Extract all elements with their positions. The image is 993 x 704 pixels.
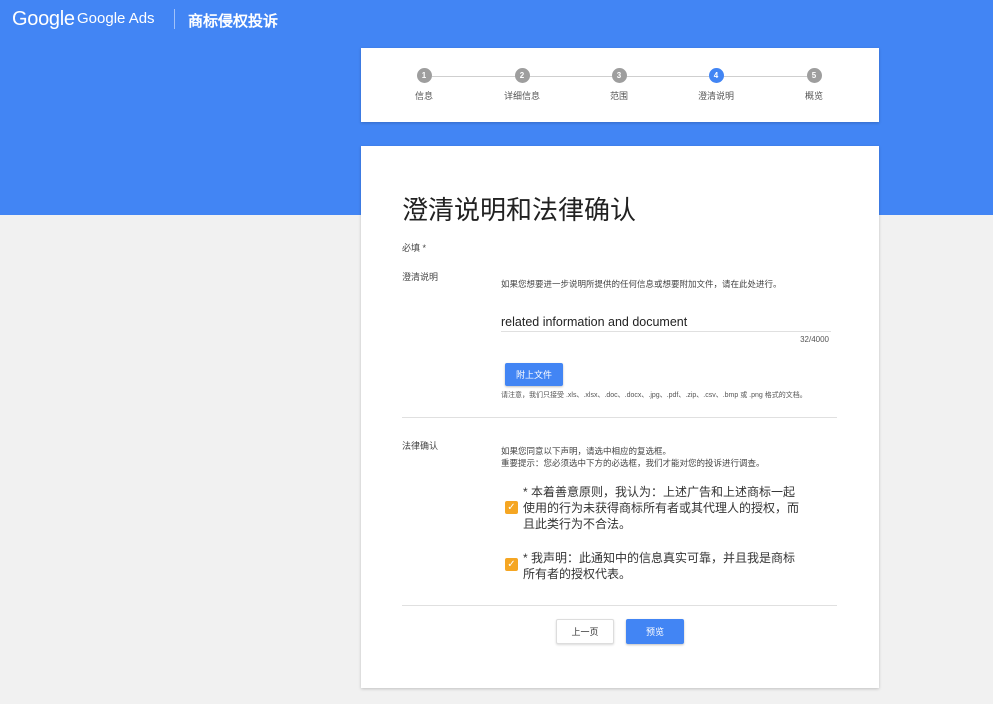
stepper-card: 1 信息 2 详细信息 3 范围 4 澄清说明 5 概览 xyxy=(361,48,879,122)
app-header: Google Google Ads 商标侵权投诉 xyxy=(0,0,993,38)
legal-description-line1: 如果您同意以下声明，请选中相应的复选框。 xyxy=(501,446,672,456)
consent-text: 使用的行为未获得商标所有者或其代理人的授权，而 xyxy=(523,501,800,515)
preview-button[interactable]: 预览 xyxy=(626,619,684,644)
clarification-input[interactable]: related information and document xyxy=(501,312,831,332)
page-name: 商标侵权投诉 xyxy=(188,13,279,30)
step-label: 范围 xyxy=(609,91,628,101)
clarification-label: 澄清说明 xyxy=(402,272,439,282)
product-name: Google Ads xyxy=(77,10,155,27)
google-logo[interactable]: Google xyxy=(12,8,75,31)
step-label: 澄清说明 xyxy=(697,91,734,101)
consent-text: 且此类行为不合法。 xyxy=(523,517,632,531)
section-divider xyxy=(402,417,837,418)
attach-file-button[interactable]: 附上文件 xyxy=(505,363,563,386)
character-counter: 32/4000 xyxy=(800,335,829,344)
footer-divider xyxy=(402,605,837,606)
previous-button[interactable]: 上一页 xyxy=(556,619,614,644)
step-3[interactable]: 3 范围 xyxy=(574,68,664,102)
consent-text: * 我声明：此通知中的信息真实可靠，并且我是商标 xyxy=(523,551,796,565)
step-number: 3 xyxy=(611,68,627,83)
page-title: 澄清说明和法律确认 xyxy=(402,195,637,225)
file-type-note: 请注意，我们只接受 .xls、.xlsx、.doc、.docx、.jpg、.pd… xyxy=(501,392,807,399)
step-label: 概览 xyxy=(804,91,823,101)
legal-description-line2: 重要提示：您必须选中下方的必选框，我们才能对您的投诉进行调查。 xyxy=(501,458,765,468)
clarification-description: 如果您想要进一步说明所提供的任何信息或想要附加文件，请在此处进行。 xyxy=(501,279,782,289)
consent-checkbox-row-2[interactable]: ✓ * 我声明：此通知中的信息真实可靠，并且我是商标 所有者的授权代表。 xyxy=(505,550,835,586)
step-5[interactable]: 5 概览 xyxy=(769,68,859,102)
required-label: 必填 * xyxy=(402,243,427,253)
step-number-active: 4 xyxy=(708,68,724,83)
step-2[interactable]: 2 详细信息 xyxy=(477,68,567,102)
legal-label: 法律确认 xyxy=(402,441,439,451)
form-card: 澄清说明和法律确认 必填 * 澄清说明 如果您想要进一步说明所提供的任何信息或想… xyxy=(361,146,879,688)
consent-text: 所有者的授权代表。 xyxy=(523,567,632,581)
step-number: 1 xyxy=(416,68,432,83)
step-4[interactable]: 4 澄清说明 xyxy=(671,68,761,102)
step-label: 信息 xyxy=(414,91,433,101)
header-divider xyxy=(174,9,175,29)
checkbox-checked[interactable]: ✓ xyxy=(505,501,518,514)
step-number: 5 xyxy=(806,68,822,83)
checkbox-checked[interactable]: ✓ xyxy=(505,558,518,571)
step-label: 详细信息 xyxy=(503,91,540,101)
consent-text: * 本着善意原则，我认为：上述广告和上述商标一起 xyxy=(523,485,796,499)
step-number: 2 xyxy=(514,68,530,83)
consent-checkbox-row-1[interactable]: ✓ * 本着善意原则，我认为：上述广告和上述商标一起 使用的行为未获得商标所有者… xyxy=(505,484,835,536)
step-1[interactable]: 1 信息 xyxy=(379,68,469,102)
